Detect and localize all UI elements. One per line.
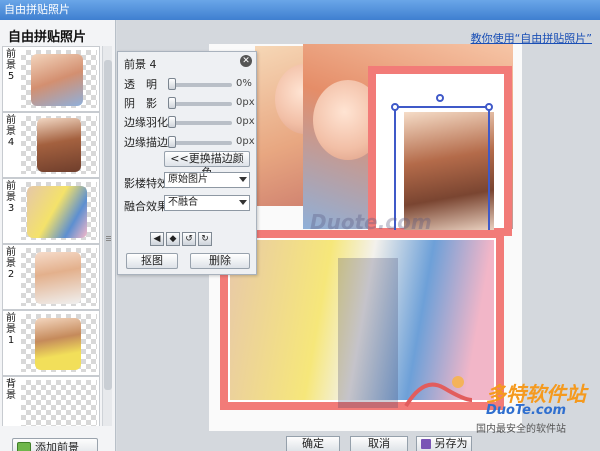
add-foreground-button[interactable]: 添加前景 xyxy=(12,438,98,451)
layer-thumbnail xyxy=(21,50,97,108)
layer-label: 前景3 xyxy=(6,181,16,214)
thumbnail-photo xyxy=(37,118,81,172)
layer-item-foreground-1[interactable]: 前景1 xyxy=(2,310,100,376)
ok-button[interactable]: 确定 xyxy=(286,436,340,451)
window-title: 自由拼贴照片 xyxy=(0,0,600,20)
layer-list-scrollbar[interactable] xyxy=(102,46,112,426)
opacity-label: 透 明 xyxy=(124,78,157,91)
layer-item-foreground-5[interactable]: 前景5 xyxy=(2,46,100,112)
watermark-slogan: 国内最安全的软件站 xyxy=(476,424,566,435)
slider-knob[interactable] xyxy=(168,136,176,148)
layer-label: 前景5 xyxy=(6,49,16,82)
resize-handle[interactable] xyxy=(391,103,399,111)
stroke-value: 0px xyxy=(236,136,255,147)
close-icon[interactable]: ✕ xyxy=(240,55,252,67)
save-icon xyxy=(421,439,431,449)
studio-effect-label: 影楼特效 xyxy=(124,177,168,190)
studio-effect-value: 原始图片 xyxy=(168,174,208,185)
cutout-button[interactable]: 抠图 xyxy=(126,253,178,269)
layer-thumbnail xyxy=(21,314,97,372)
scrollbar-thumb[interactable] xyxy=(104,60,112,390)
slider-knob[interactable] xyxy=(168,116,176,128)
opacity-value: 0% xyxy=(236,78,252,89)
layer-label: 背景 xyxy=(6,379,16,401)
resize-handle[interactable] xyxy=(485,103,493,111)
layer-thumbnail xyxy=(21,116,97,174)
sticker-icon xyxy=(404,376,473,408)
chevron-down-icon xyxy=(239,200,247,205)
change-stroke-color-button[interactable]: <<更换描边颜色 xyxy=(164,151,250,179)
slider-knob[interactable] xyxy=(168,78,176,90)
properties-panel: 前景 4 ✕ 透 明 0% 阴 影 0px 边缘羽化 0px 边缘描边 0px … xyxy=(117,51,257,275)
thumbnail-photo xyxy=(35,252,81,304)
save-as-button[interactable]: 另存为 xyxy=(416,436,472,451)
save-as-label: 另存为 xyxy=(434,437,468,450)
chevron-down-icon xyxy=(239,177,247,182)
feather-value: 0px xyxy=(236,116,255,127)
rotate-left-icon[interactable]: ↺ xyxy=(182,232,196,246)
add-image-icon xyxy=(17,442,31,451)
stroke-slider[interactable] xyxy=(168,136,232,148)
layer-thumbnail xyxy=(21,248,97,306)
thumbnail-photo xyxy=(35,318,81,370)
feather-label: 边缘羽化 xyxy=(124,116,168,129)
layer-thumbnail xyxy=(21,380,97,426)
studio-effect-select[interactable]: 原始图片 xyxy=(164,172,250,188)
add-foreground-label: 添加前景 xyxy=(35,441,79,451)
blend-select[interactable]: 不融合 xyxy=(164,195,250,211)
watermark-domain: DuoTe.com xyxy=(486,403,567,418)
rotate-right-icon[interactable]: ↻ xyxy=(198,232,212,246)
layer-item-foreground-4[interactable]: 前景4 xyxy=(2,112,100,178)
shadow-slider[interactable] xyxy=(168,97,232,109)
layer-list: 前景5 前景4 前景3 前景2 前景1 背景 xyxy=(2,46,100,426)
stroke-label: 边缘描边 xyxy=(124,136,168,149)
move-up-down-icon[interactable]: ◆ xyxy=(166,232,180,246)
thumbnail-photo xyxy=(27,186,87,238)
panel-title: 自由拼贴照片 xyxy=(8,30,87,45)
blend-value: 不融合 xyxy=(168,197,198,208)
grip-icon xyxy=(106,236,111,237)
layer-label: 前景4 xyxy=(6,115,16,148)
layer-item-background[interactable]: 背景 xyxy=(2,376,100,426)
slider-knob[interactable] xyxy=(168,97,176,109)
layer-item-foreground-2[interactable]: 前景2 xyxy=(2,244,100,310)
properties-title: 前景 4 xyxy=(124,58,157,71)
feather-slider[interactable] xyxy=(168,116,232,128)
shadow-label: 阴 影 xyxy=(124,97,157,110)
decor-sticker xyxy=(404,370,474,410)
blend-label: 融合效果 xyxy=(124,200,168,213)
rotate-handle[interactable] xyxy=(436,94,444,102)
move-left-icon[interactable]: ◀ xyxy=(150,232,164,246)
layer-label: 前景2 xyxy=(6,247,16,280)
opacity-slider[interactable] xyxy=(168,78,232,90)
watermark-center: Duote.com xyxy=(310,210,432,234)
layer-thumbnail xyxy=(21,182,97,240)
layer-item-foreground-3[interactable]: 前景3 xyxy=(2,178,100,244)
cancel-button[interactable]: 取消 xyxy=(350,436,408,451)
layer-label: 前景1 xyxy=(6,313,16,346)
delete-button[interactable]: 删除 xyxy=(190,253,250,269)
thumbnail-photo xyxy=(31,54,83,106)
layers-panel: 自由拼贴照片 前景5 前景4 前景3 前景2 前景1 背景 添加前景 xyxy=(0,20,116,451)
photo-shadow xyxy=(338,258,398,408)
shadow-value: 0px xyxy=(236,97,255,108)
